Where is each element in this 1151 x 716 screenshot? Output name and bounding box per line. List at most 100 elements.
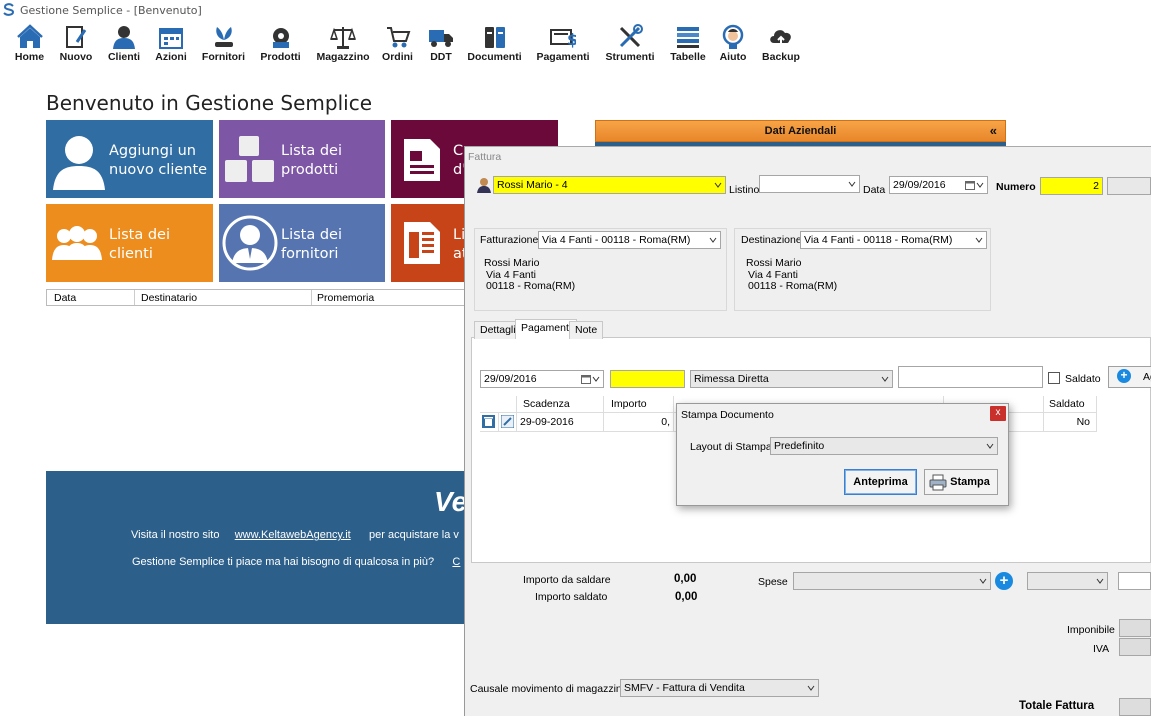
spese-amount-input[interactable] — [1118, 572, 1151, 590]
toolbar-label: Aiuto — [719, 51, 747, 63]
imponibile-label: Imponibile — [1067, 624, 1115, 636]
window-title: Gestione Semplice - [Benvenuto] — [20, 4, 202, 17]
listino-label: Listino — [729, 184, 760, 196]
row-scadenza: 29-09-2016 — [517, 413, 604, 432]
contact-link[interactable]: C — [452, 556, 460, 568]
layout-select[interactable]: Predefinito — [770, 437, 998, 455]
toolbar-label: Fornitori — [201, 51, 246, 63]
chevron-down-icon[interactable] — [592, 375, 600, 383]
website-link[interactable]: www.KeltawebAgency.it — [235, 529, 351, 541]
toolbar-label: Pagamenti — [536, 51, 590, 63]
trash-icon[interactable] — [482, 415, 495, 428]
payment-date-picker[interactable]: 29/09/2016 — [480, 370, 604, 388]
help-person-icon — [722, 24, 744, 49]
printer-icon — [929, 474, 947, 491]
collapse-chevron-icon[interactable]: « — [990, 121, 997, 141]
spese-label: Spese — [758, 576, 788, 588]
toolbar-magazzino-button[interactable]: Magazzino — [316, 22, 370, 68]
saldato-label: Saldato — [1065, 373, 1101, 385]
edit-icon[interactable] — [500, 414, 515, 429]
tile-clients[interactable]: Lista dei clienti — [46, 204, 213, 282]
calendar-icon[interactable] — [965, 180, 975, 190]
causale-select[interactable]: SMFV - Fattura di Vendita — [620, 679, 819, 697]
chevron-down-icon — [807, 685, 815, 691]
toolbar-ordini-button[interactable]: Ordini — [380, 22, 415, 68]
print-button[interactable]: Stampa — [924, 469, 998, 495]
column-data[interactable]: Data — [54, 292, 76, 304]
toolbar-prodotti-button[interactable]: Prodotti — [258, 22, 303, 68]
client-select[interactable]: Rossi Mario - 4 — [493, 176, 726, 194]
toolbar-label: DDT — [430, 51, 452, 63]
close-icon[interactable]: x — [990, 406, 1006, 421]
table-stack-icon — [677, 27, 699, 48]
destinazione-address: Rossi Mario Via 4 Fanti 00118 - Roma(RM) — [746, 257, 837, 293]
toolbar-aiuto-button[interactable]: Aiuto — [718, 22, 748, 68]
numero-input[interactable]: 2 — [1040, 177, 1103, 195]
toolbar-azioni-button[interactable]: Azioni — [155, 22, 187, 68]
payment-method-select[interactable]: Rimessa Diretta — [690, 370, 893, 388]
fatturazione-address: Rossi Mario Via 4 Fanti 00118 - Roma(RM) — [484, 257, 575, 293]
listino-select[interactable] — [759, 175, 860, 193]
totale-fattura-label: Totale Fattura — [1019, 700, 1095, 712]
payment-amount-input[interactable] — [610, 370, 685, 388]
new-document-icon — [66, 26, 87, 48]
chevron-down-icon[interactable] — [976, 181, 984, 189]
supplier-circle-icon — [222, 215, 278, 271]
spese-select[interactable] — [793, 572, 991, 590]
add-payment-button[interactable]: + Ag — [1108, 366, 1151, 388]
toolbar-home-button[interactable]: Home — [13, 22, 46, 68]
print-button-label: Stampa — [950, 476, 990, 488]
destinazione-select[interactable]: Via 4 Fanti - 00118 - Roma(RM) — [800, 231, 987, 249]
grid-header-scadenza[interactable]: Scadenza — [517, 396, 604, 413]
toolbar-documenti-button[interactable]: Documenti — [466, 22, 523, 68]
calendar-icon[interactable] — [581, 374, 591, 384]
main-toolbar: Home Nuovo Clienti Azioni Fornitori Prodotti M… — [0, 22, 820, 70]
client-select-value: Rossi Mario - 4 — [497, 179, 568, 191]
grid-header-saldato[interactable]: Saldato — [1044, 396, 1097, 413]
toolbar-nuovo-button[interactable]: Nuovo — [59, 22, 93, 68]
row-saldato: No — [1044, 413, 1097, 432]
grid-header-importo[interactable]: Importo — [604, 396, 674, 413]
toolbar-tabelle-button[interactable]: Tabelle — [670, 22, 706, 68]
date-value: 29/09/2016 — [893, 179, 946, 191]
tile-suppliers[interactable]: Lista dei fornitori — [219, 204, 385, 282]
address-line: Rossi Mario — [746, 257, 802, 269]
fatturazione-select[interactable]: Via 4 Fanti - 00118 - Roma(RM) — [538, 231, 721, 249]
dati-aziendali-header[interactable]: Dati Aziendali « — [595, 120, 1006, 142]
toolbar-label: Nuovo — [59, 51, 93, 63]
toolbar-pagamenti-button[interactable]: $ Pagamenti — [535, 22, 591, 68]
print-dialog-title: Stampa Documento — [681, 409, 774, 421]
tile-add-client[interactable]: Aggiungi un nuovo cliente — [46, 120, 213, 198]
add-spese-icon[interactable]: + — [995, 572, 1013, 590]
chevron-down-icon — [714, 182, 722, 188]
tab-note[interactable]: Note — [569, 321, 604, 339]
toolbar-ddt-button[interactable]: DDT — [428, 22, 454, 68]
numero-suffix-input[interactable] — [1107, 177, 1151, 195]
toolbar-strumenti-button[interactable]: Strumenti — [603, 22, 657, 68]
toolbar-clienti-button[interactable]: Clienti — [107, 22, 141, 68]
column-destinatario[interactable]: Destinatario — [141, 292, 197, 304]
saldato-checkbox[interactable] — [1048, 372, 1060, 384]
spese-iva-select[interactable] — [1027, 572, 1108, 590]
numero-label: Numero — [996, 181, 1036, 193]
footer-text: per acquistare la v — [369, 529, 459, 541]
payment-date-value: 29/09/2016 — [484, 373, 537, 385]
row-delete-cell[interactable] — [480, 413, 499, 432]
toolbar-fornitori-button[interactable]: Fornitori — [200, 22, 247, 68]
toolbar-label: Clienti — [107, 51, 141, 63]
chevron-down-icon — [979, 578, 987, 584]
date-picker[interactable]: 29/09/2016 — [889, 176, 988, 194]
tile-products[interactable]: Lista dei prodotti — [219, 120, 385, 198]
payment-note-input[interactable] — [898, 366, 1043, 388]
toolbar-backup-button[interactable]: Backup — [762, 22, 800, 68]
tools-icon — [619, 24, 643, 48]
tab-pagamenti[interactable]: Pagamenti — [515, 319, 578, 339]
footer-panel: Ve Visita il nostro sito www.KeltawebAge… — [46, 471, 466, 624]
scale-icon — [330, 27, 356, 49]
preview-button[interactable]: Anteprima — [844, 469, 917, 495]
chevron-down-icon — [975, 237, 983, 243]
calendar-icon — [159, 28, 183, 49]
column-promemoria[interactable]: Promemoria — [317, 292, 374, 304]
toolbar-label: Backup — [762, 51, 800, 63]
row-edit-cell[interactable] — [499, 413, 517, 432]
